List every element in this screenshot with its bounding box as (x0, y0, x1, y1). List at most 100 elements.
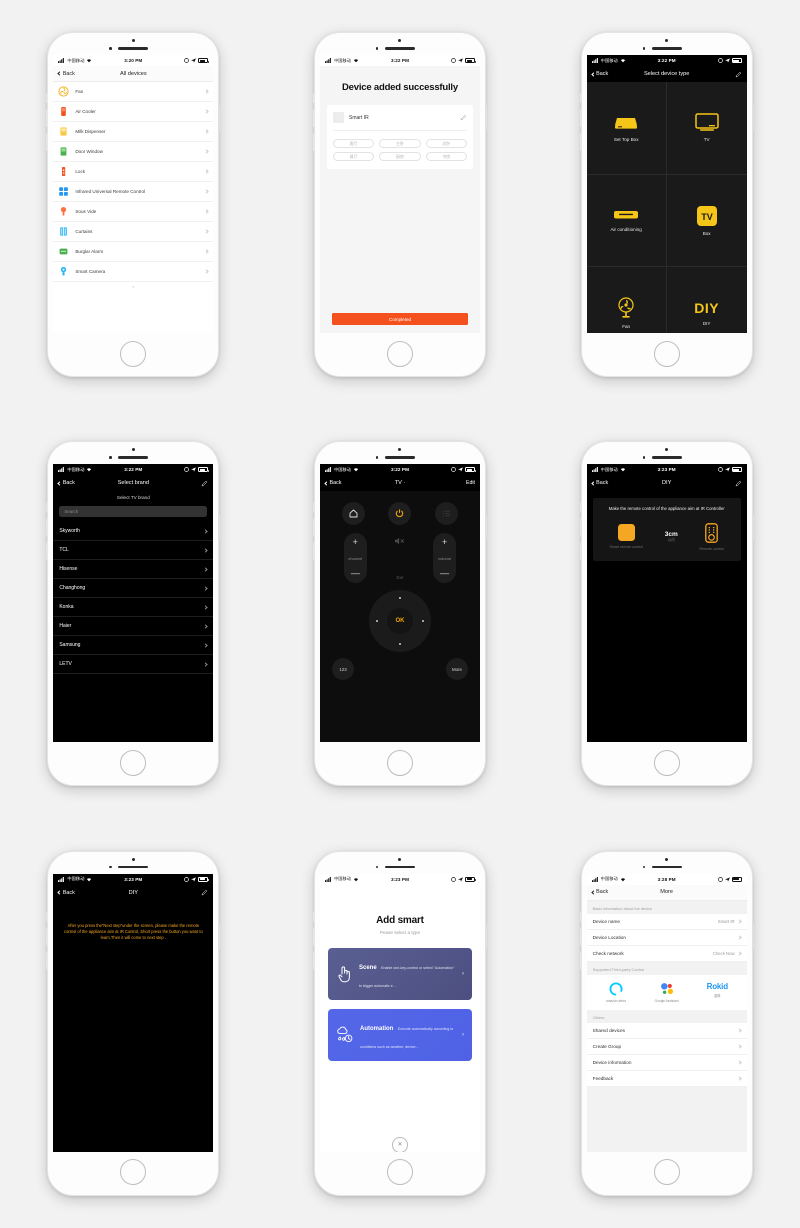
list-item[interactable]: Curtains (53, 222, 214, 243)
home-button-remote[interactable] (341, 502, 365, 526)
scroll-indicator: ▪ (132, 284, 135, 290)
list-item[interactable]: Sous Vide (53, 202, 214, 223)
list-item[interactable]: Air Cooler (53, 102, 214, 123)
volume-down-button-remote[interactable]: — (440, 569, 449, 578)
edit-pencil-icon[interactable] (201, 889, 208, 896)
edit-pencil-icon[interactable] (460, 114, 467, 121)
list-item[interactable]: Burglar Alarm (53, 242, 214, 263)
list-item[interactable]: LETV (53, 655, 214, 675)
volume-up-button (312, 927, 315, 946)
list-item[interactable]: Haier (53, 617, 214, 637)
dpad-left[interactable] (375, 620, 378, 623)
home-button[interactable] (120, 749, 147, 776)
list-item[interactable]: TCL (53, 541, 214, 561)
list-item[interactable]: Milk Dispenser (53, 122, 214, 143)
list-item[interactable]: Fan (53, 82, 214, 103)
list-item[interactable]: Konka (53, 598, 214, 618)
dpad[interactable]: OK (368, 590, 431, 653)
back-button[interactable]: Back (57, 71, 75, 77)
list-item[interactable]: Door Window (53, 142, 214, 163)
screen-add-smart: 中国移动 3:23 PM Add smart Pease select a ty… (319, 873, 480, 1152)
device-type-air-conditioning[interactable]: Air conditioning (586, 174, 667, 268)
home-button[interactable] (386, 749, 413, 776)
channel-up-button[interactable]: + (353, 538, 358, 547)
phone-top (48, 33, 218, 55)
room-tag[interactable]: 主卧 (379, 139, 421, 149)
back-button[interactable]: Back (57, 480, 75, 486)
room-tag[interactable]: 书房 (425, 152, 467, 162)
exit-button[interactable]: Exit (396, 575, 403, 580)
row-label: Check network (592, 950, 624, 956)
earpiece-speaker (118, 456, 149, 459)
list-item-create-group[interactable]: Create Group (586, 1038, 747, 1055)
list-item-device-name[interactable]: Device name Smart IR (586, 913, 747, 930)
room-tag[interactable]: 餐厅 (332, 152, 375, 162)
ok-button[interactable]: OK (386, 608, 413, 635)
more-button[interactable]: More (445, 658, 468, 681)
home-button[interactable] (386, 1159, 413, 1186)
completed-button[interactable]: Completed (331, 313, 468, 326)
back-button[interactable]: Back (591, 480, 608, 486)
status-bar: 中国移动 3:23 PM (53, 873, 214, 885)
third-party-google-assistant[interactable]: Google Assistant (642, 982, 691, 1003)
device-type-fan[interactable]: Fan (587, 267, 667, 334)
channel-down-button[interactable]: — (351, 569, 360, 578)
dpad-right[interactable] (421, 620, 424, 623)
alexa-icon (609, 982, 623, 996)
third-party-alexa[interactable]: amazon alexa (592, 982, 641, 1003)
home-button[interactable] (120, 1159, 147, 1186)
scene-card[interactable]: Scene Enable one-key-control or select "… (327, 947, 472, 1000)
list-item-feedback[interactable]: Feedback (586, 1070, 747, 1087)
status-bar: 中国移动 3:22 PM (53, 464, 214, 476)
front-camera-icon (398, 448, 402, 452)
device-type-tv[interactable]: TV (666, 82, 747, 175)
list-item[interactable]: Lock (53, 162, 214, 183)
home-button[interactable] (120, 340, 147, 367)
list-item-check-network[interactable]: Check network Check Now (586, 945, 747, 962)
chevron-right-icon (203, 662, 208, 667)
volume-up-button-remote[interactable]: + (442, 538, 447, 547)
search-input[interactable]: Search (59, 506, 208, 518)
menu-button[interactable] (435, 502, 459, 526)
back-button[interactable]: Back (591, 71, 608, 77)
diy-icon: DIY (694, 300, 720, 317)
back-button[interactable]: Back (324, 480, 341, 486)
list-item[interactable]: Samsung (53, 636, 214, 656)
home-button[interactable] (386, 340, 413, 367)
back-button[interactable]: Back (591, 889, 608, 895)
device-type-diy[interactable]: DIY DIY (667, 267, 747, 333)
dpad-up[interactable] (398, 597, 401, 600)
home-button[interactable] (653, 749, 680, 776)
cell-select-device-type: 中国移动 3:22 PM Back Select device type Set… (533, 0, 800, 409)
numeric-keypad-button[interactable]: 123 (331, 658, 354, 681)
edit-button[interactable]: Edit (466, 480, 475, 486)
room-tag[interactable]: 客厅 (332, 139, 375, 149)
edit-pencil-icon[interactable] (735, 71, 742, 78)
mute-icon[interactable] (394, 536, 405, 546)
room-tag[interactable]: 厨房 (379, 152, 421, 162)
phone-frame: 中国移动 3:22 PM Back TV · Edit + channel — … (312, 441, 487, 787)
list-item-shared-devices[interactable]: Shared devices (586, 1022, 747, 1039)
home-button[interactable] (653, 340, 680, 367)
list-item-device-information[interactable]: Device information (586, 1054, 747, 1071)
edit-pencil-icon[interactable] (735, 480, 742, 487)
third-party-rokid[interactable]: Rokid 若琪 (693, 982, 742, 998)
automation-card[interactable]: Automation Execute automatically accordi… (327, 1008, 472, 1061)
power-button[interactable] (388, 502, 412, 526)
list-item[interactable]: Infrared Universal Remote Control (53, 182, 214, 203)
list-item[interactable]: Changhong (53, 579, 214, 599)
list-item[interactable]: Smart Camera (53, 262, 214, 283)
dpad-down[interactable] (398, 643, 401, 646)
device-type-set-top-box[interactable]: Set Top Box (586, 82, 667, 175)
back-button[interactable]: Back (57, 890, 75, 896)
home-button[interactable] (653, 1159, 680, 1186)
volume-control[interactable]: + volume — (433, 533, 457, 584)
device-type-box[interactable]: TV Box (666, 175, 747, 268)
nav-bar: Back Select brand (53, 475, 214, 492)
list-item-device-location[interactable]: Device Location (586, 929, 747, 946)
list-item[interactable]: Skyworth (53, 522, 214, 542)
channel-control[interactable]: + channel — (343, 533, 367, 584)
list-item[interactable]: Hisense (53, 560, 214, 580)
room-tag[interactable]: 次卧 (425, 139, 467, 149)
edit-pencil-icon[interactable] (201, 480, 208, 487)
